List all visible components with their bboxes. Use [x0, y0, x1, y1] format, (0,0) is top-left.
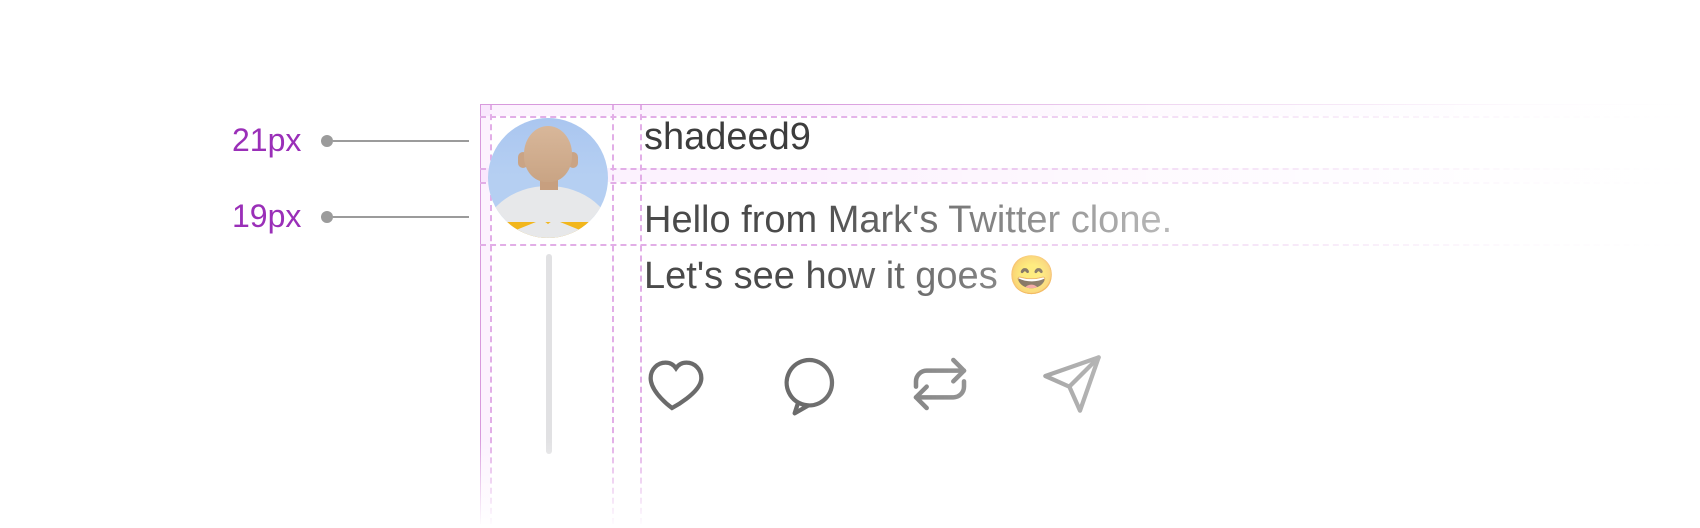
grid-row-gap-2: [480, 168, 1700, 182]
grid-vline-dashed: [612, 104, 614, 524]
grid-row-gap-1: [480, 104, 1700, 116]
post-body: Hello from Mark's Twitter clone. Let's s…: [644, 192, 1674, 304]
dimension-callout-row1: 21px: [232, 122, 469, 159]
grid-hline-dashed: [480, 168, 1700, 170]
grid-hline-dashed: [480, 182, 1700, 184]
avatar[interactable]: [488, 118, 608, 238]
post-body-line: Hello from Mark's Twitter clone.: [644, 199, 1172, 241]
repost-icon[interactable]: [908, 352, 972, 416]
avatar-illustration: [488, 118, 608, 238]
callout-line: [333, 140, 469, 142]
grid-vline: [480, 104, 481, 524]
grid-vline-dashed: [640, 104, 642, 524]
comment-icon[interactable]: [776, 352, 840, 416]
callout-dot: [321, 211, 333, 223]
share-icon[interactable]: [1040, 352, 1104, 416]
grid-hline: [480, 104, 1700, 105]
post-body-line: Let's see how it goes 😄: [644, 255, 1056, 297]
post-actions-row: [644, 352, 1104, 416]
post-card-grid-diagram: shadeed9 Hello from Mark's Twitter clone…: [480, 104, 1700, 504]
callout-line: [333, 216, 469, 218]
callout-dot: [321, 135, 333, 147]
thread-connector-line: [546, 254, 552, 454]
dimension-label: 21px: [232, 122, 301, 159]
dimension-callout-row2: 19px: [232, 198, 469, 235]
post-username[interactable]: shadeed9: [644, 116, 811, 159]
heart-icon[interactable]: [644, 352, 708, 416]
dimension-label: 19px: [232, 198, 301, 235]
